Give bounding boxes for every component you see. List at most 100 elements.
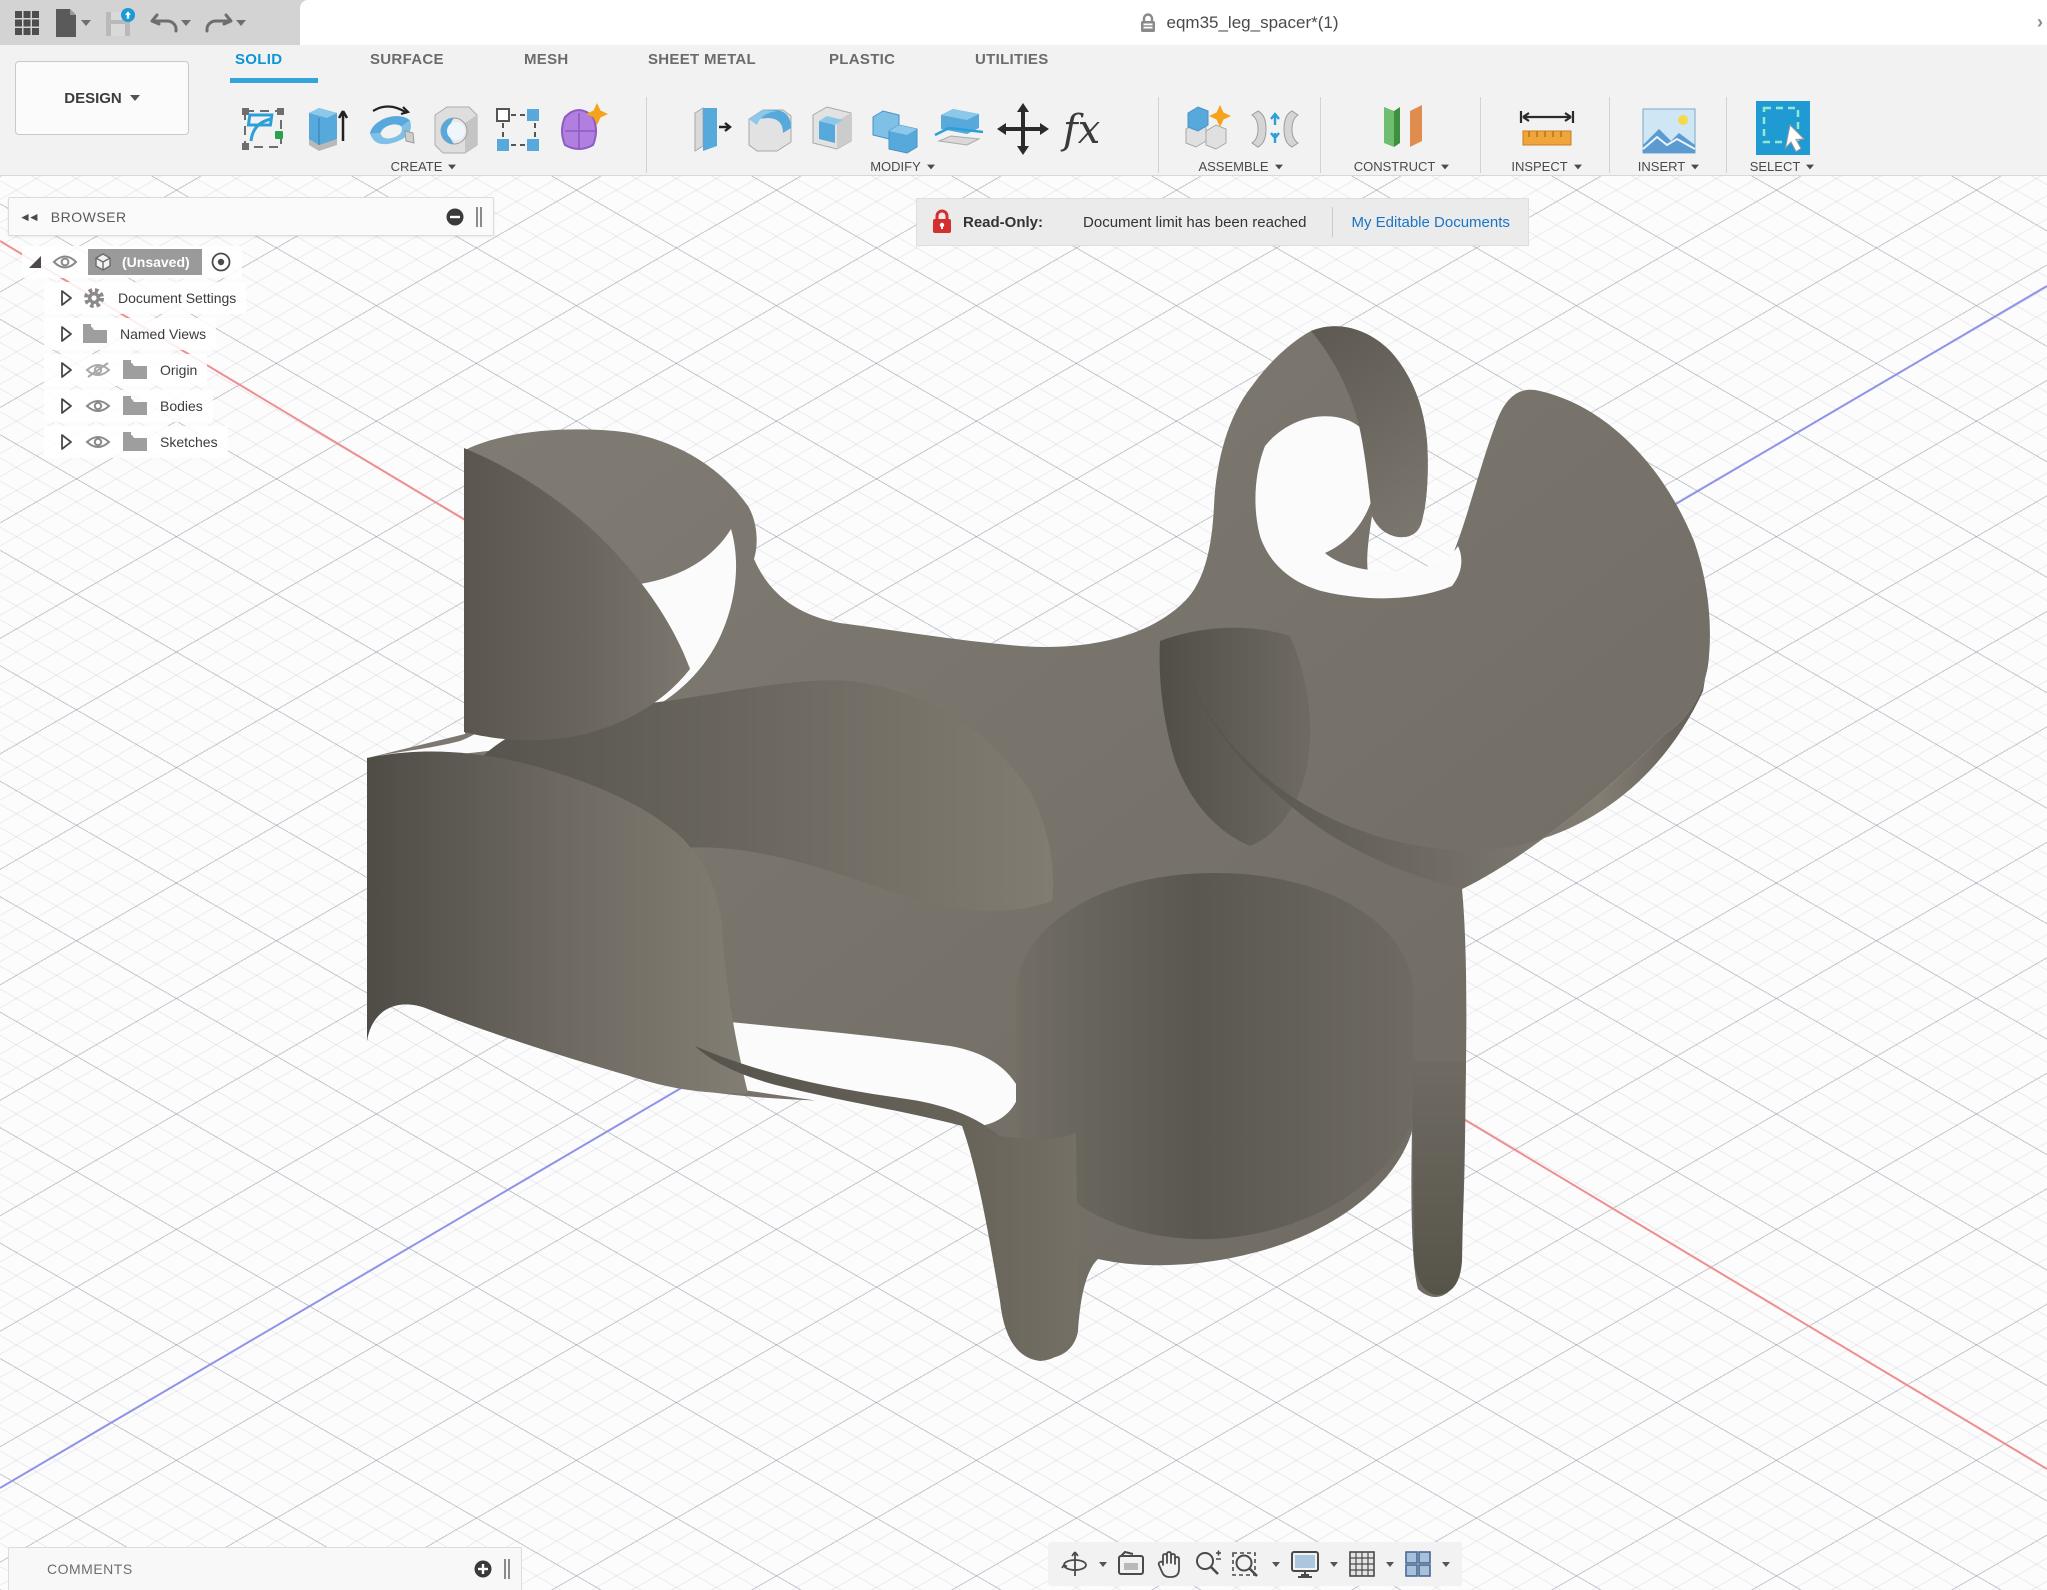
tree-row-named-views[interactable]: Named Views [44,318,216,350]
group-assemble: ASSEMBLE [1166,85,1316,174]
expanded-arrow-icon[interactable] [26,253,44,271]
orbit-button[interactable] [1060,1549,1090,1579]
display-settings-caret[interactable] [1330,1562,1338,1567]
change-parameters-icon[interactable]: fx [1059,101,1117,157]
fit-button[interactable] [1231,1549,1263,1579]
inspect-menu[interactable]: INSPECT [1511,159,1582,174]
browser-tree: (Unsaved) [8,244,494,460]
viewports-icon [1403,1549,1433,1579]
browser-header[interactable]: ◄◄ BROWSER [8,197,494,236]
split-body-icon[interactable] [931,101,987,157]
revolve-icon[interactable] [359,101,421,157]
undo-icon [149,11,179,35]
tab-plastic[interactable]: PLASTIC [829,51,895,68]
insert-menu[interactable]: INSERT [1638,159,1700,174]
tab-sheet-metal[interactable]: SHEET METAL [648,51,756,68]
app-grid-icon[interactable] [14,10,40,36]
insert-image-icon[interactable] [1639,105,1699,157]
collapsed-arrow-icon[interactable] [58,397,74,415]
joint-icon[interactable] [1248,101,1302,157]
undo-button[interactable] [149,11,191,35]
combine-icon[interactable] [867,101,923,157]
create-menu[interactable]: CREATE [391,159,458,174]
create-sketch-icon[interactable] [237,101,293,157]
select-menu[interactable]: SELECT [1750,159,1816,174]
pan-button[interactable] [1155,1549,1183,1579]
orbit-dropdown-caret[interactable] [1099,1562,1107,1567]
grid-settings-button[interactable] [1347,1549,1377,1579]
collapsed-arrow-icon[interactable] [58,289,74,307]
viewports-button[interactable] [1403,1549,1433,1579]
readonly-label: Read-Only: [963,214,1043,231]
tab-surface[interactable]: SURFACE [370,51,444,68]
panel-drag-handle[interactable] [503,1558,511,1580]
assemble-menu[interactable]: ASSEMBLE [1198,159,1283,174]
collapsed-arrow-icon[interactable] [58,361,74,379]
measure-icon[interactable] [1515,101,1579,157]
add-comment-icon[interactable] [473,1559,493,1579]
move-copy-icon[interactable] [995,101,1051,157]
collapsed-arrow-icon[interactable] [58,433,74,451]
redo-icon [204,11,234,35]
folder-icon [122,359,148,381]
viewports-caret[interactable] [1442,1562,1450,1567]
extrude-icon[interactable] [301,101,351,157]
svg-text:fx: fx [1060,107,1100,153]
file-menu[interactable] [53,8,91,38]
visibility-off-icon[interactable] [84,360,112,380]
root-node-chip[interactable]: (Unsaved) [88,249,202,275]
readonly-message: Document limit has been reached [1057,214,1332,231]
offset-plane-icon[interactable] [1370,101,1434,157]
look-at-button[interactable] [1116,1550,1146,1578]
document-tab[interactable]: eqm35_leg_spacer*(1) [300,0,2047,45]
my-editable-documents-link[interactable]: My Editable Documents [1333,214,1527,231]
shell-icon[interactable] [805,101,859,157]
gear-icon [82,286,106,310]
component-icon [92,251,114,273]
zoom-button[interactable] [1192,1549,1222,1579]
hole-icon[interactable] [429,101,483,157]
press-pull-icon[interactable] [689,101,735,157]
zoom-icon [1192,1549,1222,1579]
form-icon[interactable] [553,101,611,157]
fillet-icon[interactable] [743,101,797,157]
redo-button[interactable] [204,11,246,35]
visibility-eye-icon[interactable] [84,432,112,452]
tab-solid[interactable]: SOLID [235,51,282,68]
comments-bar[interactable]: COMMENTS [8,1547,522,1590]
tab-utilities[interactable]: UTILITIES [975,51,1049,68]
panel-drag-handle[interactable] [475,206,483,228]
tree-row-document-settings[interactable]: Document Settings [44,282,246,314]
workspace-switcher[interactable]: DESIGN [15,61,189,135]
modify-menu[interactable]: MODIFY [870,159,936,174]
save-button[interactable] [104,8,136,38]
folder-icon [122,395,148,417]
tree-row-root[interactable]: (Unsaved) [22,246,242,278]
pattern-icon[interactable] [491,101,545,157]
quick-access-toolbar [14,0,246,45]
group-insert: INSERT [1613,85,1725,174]
grid-settings-caret[interactable] [1386,1562,1394,1567]
tree-row-label: Sketches [160,434,218,450]
display-settings-button[interactable] [1289,1549,1321,1579]
tab-overflow-chevron[interactable]: › [2037,12,2043,33]
collapse-panel-icon[interactable]: ◄◄ [19,210,37,224]
visibility-eye-icon[interactable] [52,253,78,271]
new-component-icon[interactable] [1180,101,1240,157]
construct-menu[interactable]: CONSTRUCT [1354,159,1451,174]
viewport-canvas[interactable]: ◄◄ BROWSER [0,176,2047,1590]
activate-radio-icon[interactable] [210,251,232,273]
model-leg-spacer[interactable] [367,326,1710,1361]
grid-settings-icon [1347,1549,1377,1579]
folder-icon [122,431,148,453]
tree-row-bodies[interactable]: Bodies [44,390,213,422]
hide-panel-icon[interactable] [445,207,465,227]
select-icon[interactable] [1752,99,1814,157]
visibility-eye-icon[interactable] [84,396,112,416]
comments-title: COMMENTS [47,1561,473,1577]
tree-row-origin[interactable]: Origin [44,354,207,386]
fit-dropdown-caret[interactable] [1272,1562,1280,1567]
collapsed-arrow-icon[interactable] [58,325,74,343]
tree-row-sketches[interactable]: Sketches [44,426,228,458]
tab-mesh[interactable]: MESH [524,51,569,68]
